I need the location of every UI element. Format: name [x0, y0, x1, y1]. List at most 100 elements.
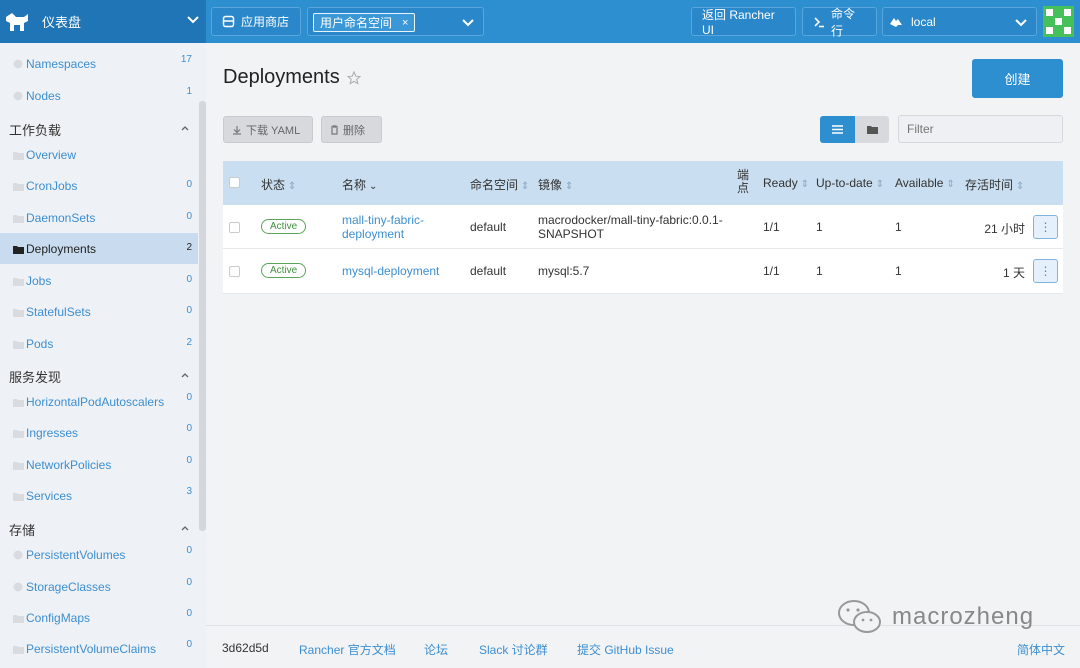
list-view-toggle[interactable]: [820, 116, 855, 143]
column-label: 镜像: [538, 178, 563, 192]
cluster-icon: [889, 16, 903, 28]
image-line: macrodocker/mall-tiny-fabric:0.0.1-: [538, 213, 723, 227]
table-row[interactable]: Active mysql-deployment default mysql:5.…: [223, 250, 1063, 294]
row-checkbox[interactable]: [229, 266, 240, 277]
sidebar-item-count: 0: [186, 305, 192, 316]
group-view-toggle[interactable]: [855, 116, 889, 143]
sidebar-item-hpa[interactable]: HorizontalPodAutoscalers 0: [0, 386, 198, 417]
sidebar-item-label: Overview: [26, 148, 77, 162]
column-header-endpoints: 端点: [737, 168, 750, 195]
namespace-tag-label: 用户命名空间: [320, 16, 393, 30]
sidebar-item-count: 0: [186, 392, 192, 403]
github-issue-link[interactable]: 提交 GitHub Issue: [577, 641, 674, 658]
sidebar-item-cronjobs[interactable]: CronJobs 0: [0, 170, 198, 201]
trash-icon: [330, 124, 343, 135]
column-header-ready[interactable]: Ready ⇕: [763, 176, 809, 190]
docs-link[interactable]: Rancher 官方文档: [299, 641, 396, 658]
sidebar-item-ingresses[interactable]: Ingresses 0: [0, 417, 198, 448]
sidebar-item-label: Pods: [26, 337, 54, 351]
sidebar-item-label: PersistentVolumeClaims: [26, 642, 157, 656]
sidebar-item-namespaces[interactable]: Namespaces 17: [0, 48, 198, 79]
column-header-uptodate[interactable]: Up-to-date ⇕: [816, 176, 884, 190]
dashboard-menu[interactable]: 仪表盘: [0, 0, 206, 43]
image-cell: macrodocker/mall-tiny-fabric:0.0.1- SNAPS…: [538, 213, 723, 241]
language-select[interactable]: 简体中文: [1017, 641, 1065, 658]
uptodate-cell: 1: [816, 220, 823, 234]
row-checkbox[interactable]: [229, 222, 240, 233]
download-yaml-button[interactable]: 下载 YAML: [223, 116, 313, 143]
close-icon[interactable]: ×: [402, 17, 408, 29]
section-title: 工作负载: [9, 123, 62, 138]
sidebar-scrollbar[interactable]: [199, 101, 206, 531]
column-label: Ready: [763, 176, 798, 190]
column-header-namespace[interactable]: 命名空间 ⇕: [470, 176, 529, 193]
sidebar-item-daemonsets[interactable]: DaemonSets 0: [0, 202, 198, 233]
wechat-icon: [836, 598, 884, 636]
kubectl-button[interactable]: 命令行: [802, 6, 877, 38]
sidebar-item-storageclasses[interactable]: StorageClasses 0: [0, 571, 198, 602]
deployment-name-link[interactable]: mysql-deployment: [342, 264, 439, 278]
page-title: Deployments: [223, 66, 340, 88]
age-cell: 21 小时: [984, 222, 1025, 236]
age-cell: 1 天: [1002, 266, 1025, 280]
table-header: 状态 ⇕ 名称 ⌄ 命名空间 ⇕ 镜像 ⇕ 端点 Ready ⇕ Up-to-date ⇕ …: [223, 161, 1063, 205]
uptodate-cell: 1: [816, 264, 823, 278]
sidebar-item-jobs[interactable]: Jobs 0: [0, 265, 198, 296]
folder-icon: [13, 396, 24, 410]
column-header-available[interactable]: Available ⇕: [895, 176, 955, 190]
sidebar-item-pvc[interactable]: PersistentVolumeClaims 0: [0, 633, 198, 664]
kubectl-label: 命令行: [831, 6, 856, 38]
column-header-age[interactable]: 存活时间 ⇕: [965, 176, 1024, 193]
namespace-select[interactable]: 用户命名空间 ×: [307, 7, 484, 36]
section-title: 存储: [9, 523, 36, 538]
more-actions-button[interactable]: ⋮: [1033, 259, 1058, 283]
user-avatar[interactable]: [1043, 6, 1074, 37]
sidebar-item-count: 0: [186, 274, 192, 285]
sidebar-section-service-discovery[interactable]: 服务发现: [0, 363, 198, 387]
delete-button[interactable]: 删除: [321, 116, 382, 143]
namespace-tag[interactable]: 用户命名空间 ×: [313, 13, 416, 32]
chevron-down-icon: [1014, 15, 1028, 32]
watermark: macrozheng: [836, 598, 1034, 636]
star-icon[interactable]: [346, 70, 362, 88]
sort-icon: ⇕: [1016, 181, 1025, 192]
column-header-image[interactable]: 镜像 ⇕: [538, 176, 573, 193]
slack-link[interactable]: Slack 讨论群: [479, 641, 548, 658]
filter-input[interactable]: [898, 115, 1063, 143]
column-header-name[interactable]: 名称 ⌄: [342, 176, 377, 193]
ready-cell: 1/1: [763, 220, 780, 234]
sidebar-item-persistentvolumes[interactable]: PersistentVolumes 0: [0, 539, 198, 570]
sidebar-item-pods[interactable]: Pods 2: [0, 328, 198, 359]
sidebar-item-nodes[interactable]: Nodes 1: [0, 80, 198, 111]
forum-link[interactable]: 论坛: [424, 641, 448, 658]
column-label: 存活时间: [965, 178, 1014, 192]
more-actions-button[interactable]: ⋮: [1033, 215, 1058, 239]
sidebar-item-count: 0: [186, 639, 192, 650]
folder-icon: [13, 243, 24, 257]
version-label: 3d62d5d: [222, 641, 269, 655]
terminal-icon: [813, 16, 825, 28]
sidebar-section-storage[interactable]: 存储: [0, 516, 198, 540]
sidebar-item-services[interactable]: Services 3: [0, 480, 198, 511]
cluster-select[interactable]: local: [882, 7, 1037, 36]
sidebar-item-statefulsets[interactable]: StatefulSets 0: [0, 296, 198, 327]
table-row[interactable]: Active mall-tiny-fabric-deployment defau…: [223, 205, 1063, 249]
sidebar-item-deployments[interactable]: Deployments 2: [0, 233, 198, 264]
app-store-button[interactable]: 应用商店: [211, 7, 301, 36]
column-label: 状态: [261, 178, 286, 192]
sidebar-item-count: 0: [186, 423, 192, 434]
sidebar-section-workloads[interactable]: 工作负载: [0, 116, 198, 140]
back-to-rancher-button[interactable]: 返回 Rancher UI: [691, 7, 796, 37]
select-all-checkbox[interactable]: [229, 177, 240, 188]
deployment-name-link[interactable]: mall-tiny-fabric-deployment: [342, 213, 424, 241]
column-header-status[interactable]: 状态 ⇕: [261, 176, 296, 193]
dashboard-title: 仪表盘: [42, 15, 82, 30]
sidebar-item-overview[interactable]: Overview: [0, 139, 198, 170]
folder-icon: [13, 180, 24, 194]
sidebar-item-label: StatefulSets: [26, 305, 91, 319]
sidebar-item-networkpolicies[interactable]: NetworkPolicies 0: [0, 449, 198, 480]
available-cell: 1: [895, 220, 902, 234]
namespace-cell: default: [470, 264, 507, 278]
sidebar-item-configmaps[interactable]: ConfigMaps 0: [0, 602, 198, 633]
create-button[interactable]: 创建: [972, 59, 1063, 98]
